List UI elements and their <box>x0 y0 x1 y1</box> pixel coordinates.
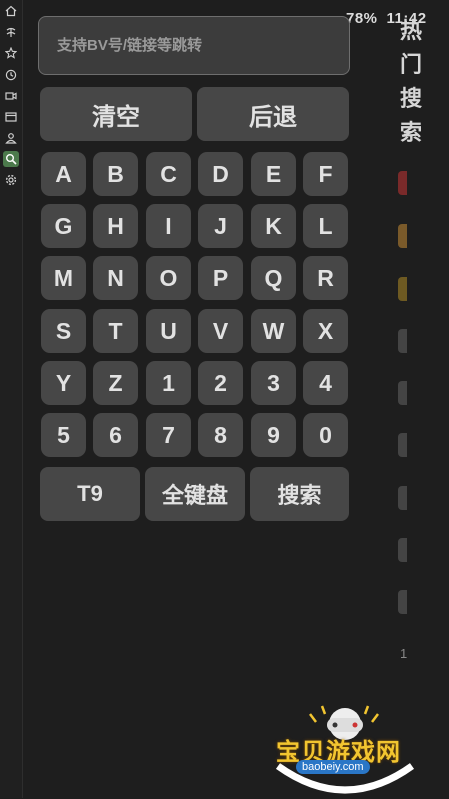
hot-search-item[interactable] <box>398 486 407 510</box>
key-button[interactable]: I <box>146 204 191 248</box>
key-button[interactable]: T <box>93 309 138 353</box>
hot-search-item[interactable] <box>398 433 407 457</box>
key-button[interactable]: R <box>303 256 348 300</box>
hot-search-title: 热 门 搜 索 <box>396 14 426 150</box>
key-button[interactable]: C <box>146 152 191 196</box>
back-button[interactable]: 后退 <box>197 87 349 141</box>
key-button[interactable]: V <box>198 309 243 353</box>
watermark-url: baobeiy.com <box>296 760 370 774</box>
search-button[interactable]: 搜索 <box>250 467 349 521</box>
key-button[interactable]: K <box>251 204 296 248</box>
search-input[interactable] <box>39 17 349 74</box>
key-button[interactable]: S <box>41 309 86 353</box>
hot-search-item[interactable] <box>398 277 407 301</box>
search-box[interactable] <box>38 16 350 75</box>
key-button[interactable]: N <box>93 256 138 300</box>
t9-button[interactable]: T9 <box>40 467 140 521</box>
key-button[interactable]: D <box>198 152 243 196</box>
key-button[interactable]: W <box>251 309 296 353</box>
user-icon[interactable] <box>3 130 19 146</box>
hot-search-item[interactable] <box>398 224 407 248</box>
key-button[interactable]: 3 <box>251 361 296 405</box>
key-button[interactable]: B <box>93 152 138 196</box>
key-button[interactable]: U <box>146 309 191 353</box>
key-button[interactable]: 7 <box>146 413 191 457</box>
anime-icon[interactable] <box>3 24 19 40</box>
key-button[interactable]: 6 <box>93 413 138 457</box>
key-button[interactable]: H <box>93 204 138 248</box>
video-icon[interactable] <box>3 88 19 104</box>
key-button[interactable]: A <box>41 152 86 196</box>
hot-search-item[interactable] <box>398 538 407 562</box>
battery-level: 78% <box>346 10 378 27</box>
hot-title-char: 索 <box>399 120 422 145</box>
hot-search-item[interactable] <box>398 381 407 405</box>
key-button[interactable]: X <box>303 309 348 353</box>
full-keyboard-button[interactable]: 全键盘 <box>145 467 245 521</box>
key-button[interactable]: P <box>198 256 243 300</box>
clear-button[interactable]: 清空 <box>40 87 192 141</box>
hot-search-item[interactable] <box>398 171 407 195</box>
key-button[interactable]: 5 <box>41 413 86 457</box>
hot-search-item[interactable] <box>398 590 407 614</box>
settings-icon[interactable] <box>3 172 19 188</box>
home-icon[interactable] <box>3 3 19 19</box>
key-button[interactable]: E <box>251 152 296 196</box>
live-icon[interactable] <box>3 109 19 125</box>
hot-title-char: 搜 <box>399 86 422 111</box>
key-button[interactable]: 1 <box>146 361 191 405</box>
key-button[interactable]: J <box>198 204 243 248</box>
side-nav <box>0 0 23 798</box>
watermark: 宝贝游戏网 baobeiy.com <box>270 704 420 794</box>
key-button[interactable]: 8 <box>198 413 243 457</box>
hot-search-item[interactable] <box>398 329 407 353</box>
key-button[interactable]: M <box>41 256 86 300</box>
hot-rank-number: 1 <box>400 646 408 661</box>
key-button[interactable]: Q <box>251 256 296 300</box>
key-button[interactable]: 2 <box>198 361 243 405</box>
key-button[interactable]: O <box>146 256 191 300</box>
key-button[interactable]: L <box>303 204 348 248</box>
history-icon[interactable] <box>3 67 19 83</box>
key-button[interactable]: G <box>41 204 86 248</box>
key-button[interactable]: 4 <box>303 361 348 405</box>
hot-title-char: 门 <box>399 52 422 77</box>
hot-title-char: 热 <box>399 18 422 43</box>
key-button[interactable]: 9 <box>251 413 296 457</box>
key-button[interactable]: Y <box>41 361 86 405</box>
star-icon[interactable] <box>3 45 19 61</box>
search-icon[interactable] <box>3 151 19 167</box>
key-button[interactable]: Z <box>93 361 138 405</box>
key-button[interactable]: F <box>303 152 348 196</box>
key-button[interactable]: 0 <box>303 413 348 457</box>
